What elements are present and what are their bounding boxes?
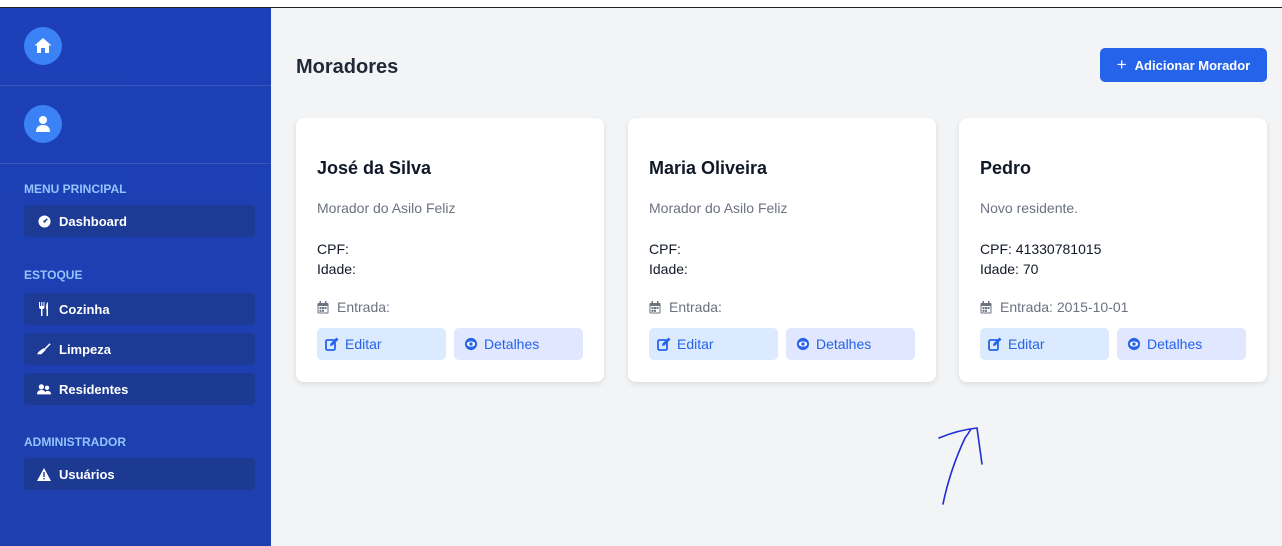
section-title-estoque: ESTOQUE	[24, 268, 83, 282]
resident-description: Novo residente.	[980, 200, 1079, 216]
user-icon[interactable]	[24, 105, 62, 143]
plus-icon: +	[1116, 55, 1127, 74]
sidebar-item-label: Residentes	[59, 381, 129, 397]
edit-button[interactable]: Editar	[649, 328, 778, 360]
sidebar-item-cozinha[interactable]: Cozinha	[24, 293, 255, 325]
window-top-edge	[0, 0, 1282, 8]
edit-label: Editar	[1008, 336, 1045, 352]
resident-age: Idade:	[317, 261, 356, 277]
resident-description: Morador do Asilo Feliz	[317, 200, 456, 216]
page-title: Moradores	[296, 56, 399, 78]
resident-cpf: CPF:	[649, 241, 681, 257]
edit-label: Editar	[345, 336, 382, 352]
resident-entry: Entrada: 2015-10-01	[980, 299, 1128, 315]
add-resident-button[interactable]: + Adicionar Morador	[1100, 48, 1267, 82]
resident-cpf: CPF:	[317, 241, 349, 257]
edit-icon	[325, 337, 339, 351]
edit-icon	[657, 337, 671, 351]
resident-name: Maria Oliveira	[649, 158, 768, 178]
resident-description: Morador do Asilo Feliz	[649, 200, 788, 216]
resident-entry-text: Entrada:	[669, 299, 722, 315]
sidebar: MENU PRINCIPAL Dashboard ESTOQUE Cozinha…	[0, 8, 271, 546]
edit-button[interactable]: Editar	[317, 328, 446, 360]
users-icon	[37, 382, 51, 396]
resident-card: José da Silva Morador do Asilo Feliz CPF…	[296, 118, 604, 382]
sidebar-home-block	[0, 8, 271, 86]
calendar-icon	[980, 300, 992, 314]
details-button[interactable]: Detalhes	[786, 328, 915, 360]
eye-icon	[796, 337, 810, 351]
resident-entry-text: Entrada: 2015-10-01	[1000, 299, 1129, 315]
details-label: Detalhes	[1147, 336, 1203, 352]
resident-entry: Entrada:	[649, 299, 722, 315]
resident-card: Maria Oliveira Morador do Asilo Feliz CP…	[628, 118, 936, 382]
calendar-icon	[649, 300, 661, 314]
resident-name: Pedro	[980, 158, 1032, 178]
edit-icon	[988, 337, 1002, 351]
sidebar-user-block	[0, 86, 271, 164]
sidebar-item-dashboard[interactable]: Dashboard	[24, 205, 255, 237]
details-label: Detalhes	[816, 336, 872, 352]
sidebar-item-residentes[interactable]: Residentes	[24, 373, 255, 405]
sidebar-item-label: Dashboard	[59, 213, 127, 229]
eye-icon	[1127, 337, 1141, 351]
section-title-administrador: ADMINISTRADOR	[24, 435, 126, 449]
broom-icon	[37, 342, 51, 356]
sidebar-item-limpeza[interactable]: Limpeza	[24, 333, 255, 365]
resident-cpf: CPF: 41330781015	[980, 241, 1102, 257]
resident-age: Idade: 70	[980, 261, 1039, 277]
main-content: Moradores + Adicionar Morador José da Si…	[271, 8, 1282, 546]
details-button[interactable]: Detalhes	[454, 328, 583, 360]
resident-name: José da Silva	[317, 158, 432, 178]
edit-label: Editar	[677, 336, 714, 352]
sidebar-item-label: Limpeza	[59, 341, 112, 357]
add-resident-label: Adicionar Morador	[1134, 57, 1251, 73]
utensils-icon	[37, 302, 51, 316]
sidebar-item-usuarios[interactable]: Usuários	[24, 458, 255, 490]
section-title-menu-principal: MENU PRINCIPAL	[24, 182, 127, 196]
gauge-icon	[37, 214, 51, 228]
resident-entry-text: Entrada:	[337, 299, 390, 315]
eye-icon	[464, 337, 478, 351]
details-button[interactable]: Detalhes	[1117, 328, 1246, 360]
edit-button[interactable]: Editar	[980, 328, 1109, 360]
sidebar-item-label: Usuários	[59, 466, 115, 482]
home-icon[interactable]	[24, 27, 62, 65]
warning-icon	[37, 467, 51, 481]
resident-age: Idade:	[649, 261, 688, 277]
hand-drawn-arrow-annotation	[938, 427, 983, 505]
sidebar-item-label: Cozinha	[59, 301, 110, 317]
resident-card: Pedro Novo residente. CPF: 41330781015 I…	[959, 118, 1267, 382]
resident-entry: Entrada:	[317, 299, 390, 315]
details-label: Detalhes	[484, 336, 540, 352]
calendar-icon	[317, 300, 329, 314]
